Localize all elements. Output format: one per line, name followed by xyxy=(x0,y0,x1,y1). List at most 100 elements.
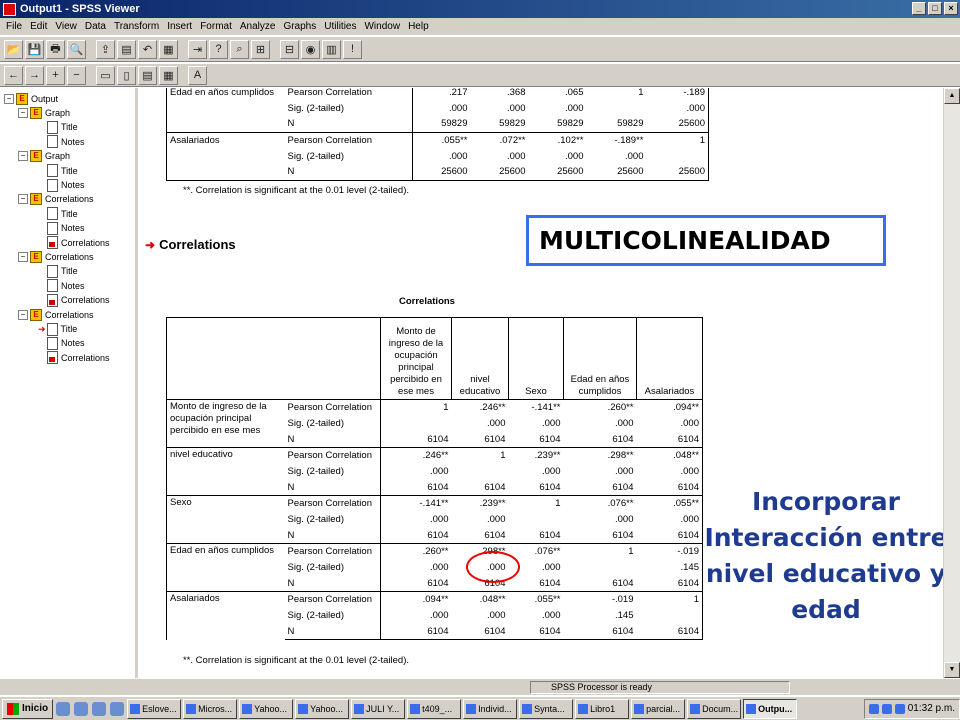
clock[interactable]: 01:32 p.m. xyxy=(908,703,955,714)
menu-help[interactable]: Help xyxy=(404,21,433,32)
scroll-down-button[interactable]: ▼ xyxy=(944,662,960,678)
column-header[interactable]: Asalariados xyxy=(636,317,703,400)
goto-case-icon[interactable]: ⇥ xyxy=(188,39,207,59)
minimize-button[interactable]: _ xyxy=(912,2,926,15)
outline-pane[interactable]: − E Output − E Graph Title Notes − E Graph Title… xyxy=(0,88,138,678)
start-button[interactable]: Inicio xyxy=(2,698,54,719)
open-icon[interactable]: 📂 xyxy=(4,39,23,59)
print-preview-icon[interactable]: 🔍 xyxy=(67,39,86,59)
menu-graphs[interactable]: Graphs xyxy=(279,21,320,32)
quicklaunch-media-icon[interactable] xyxy=(74,701,89,716)
insert-variable-icon[interactable]: ⊟ xyxy=(280,39,299,59)
menu-data[interactable]: Data xyxy=(81,21,110,32)
promote-icon[interactable]: ← xyxy=(4,65,23,85)
tree-item-title[interactable]: Title xyxy=(38,264,78,278)
tree-item-correlations[interactable]: − E Correlations xyxy=(18,308,94,322)
collapse-toggle-icon[interactable]: − xyxy=(18,194,28,205)
tree-item-correlations[interactable]: − E Correlations xyxy=(18,250,94,264)
insert-text-icon[interactable]: A xyxy=(188,65,207,85)
taskbar-task[interactable]: Individ... xyxy=(463,698,518,719)
show-icon[interactable]: ▭ xyxy=(96,65,115,85)
taskbar-task[interactable]: Yahoo... xyxy=(295,698,350,719)
insert-title-icon[interactable]: ▦ xyxy=(159,65,178,85)
column-header[interactable]: nivel educativo xyxy=(451,317,509,400)
tree-item-graph[interactable]: − E Graph xyxy=(18,149,70,163)
collapse-toggle-icon[interactable]: − xyxy=(18,151,28,162)
column-header[interactable]: Edad en años cumplidos xyxy=(563,317,637,400)
quicklaunch-app-icon[interactable] xyxy=(110,701,125,716)
tree-item-notes[interactable]: Notes xyxy=(38,135,85,149)
tray-network-icon[interactable] xyxy=(868,703,879,714)
undo-icon[interactable]: ↶ xyxy=(138,39,157,59)
menu-file[interactable]: File xyxy=(2,21,26,32)
tray-volume-icon[interactable] xyxy=(881,703,892,714)
select-cases-icon[interactable]: ◉ xyxy=(301,39,320,59)
taskbar-task[interactable]: Eslove... xyxy=(127,698,182,719)
quicklaunch-ie-icon[interactable] xyxy=(56,701,71,716)
export-icon[interactable]: ⇪ xyxy=(96,39,115,59)
insert-cases-icon[interactable]: ⊞ xyxy=(251,39,270,59)
tree-item-title[interactable]: Title xyxy=(38,207,78,221)
taskbar-task[interactable]: parcial... xyxy=(631,698,686,719)
tree-item-correlations[interactable]: Correlations xyxy=(38,293,110,307)
find-icon[interactable]: ⌕ xyxy=(230,39,249,59)
tree-root[interactable]: − E Output xyxy=(4,92,58,106)
collapse-toggle-icon[interactable]: − xyxy=(18,252,28,262)
goto-data-icon[interactable]: ▦ xyxy=(159,39,178,59)
tree-item-notes[interactable]: Notes xyxy=(38,221,85,235)
menu-format[interactable]: Format xyxy=(196,21,236,32)
tree-item-title[interactable]: Title xyxy=(38,120,78,134)
column-header[interactable]: Monto de ingreso de la ocupación princip… xyxy=(380,317,452,400)
maximize-button[interactable]: □ xyxy=(928,2,942,15)
collapse-toggle-icon[interactable]: − xyxy=(4,94,14,104)
taskbar-task[interactable]: Outpu... xyxy=(743,698,798,719)
insert-heading-icon[interactable]: ▤ xyxy=(138,65,157,85)
quicklaunch-messenger-icon[interactable] xyxy=(92,701,107,716)
correlations-table[interactable]: Monto de ingreso de la ocupación princip… xyxy=(166,317,703,640)
tree-item-correlations[interactable]: − E Correlations xyxy=(18,192,94,206)
tray-app-icon[interactable] xyxy=(894,703,905,714)
hide-icon[interactable]: ▯ xyxy=(117,65,136,85)
section-title[interactable]: ➜ Correlations xyxy=(145,237,236,252)
save-icon[interactable]: 💾 xyxy=(25,39,44,59)
taskbar-task[interactable]: t409_... xyxy=(407,698,462,719)
taskbar-task[interactable]: Libro1 xyxy=(575,698,630,719)
scroll-up-button[interactable]: ▲ xyxy=(944,88,960,104)
output-content-pane[interactable]: Edad en años cumplidos Pearson Correlatio… xyxy=(141,88,943,678)
menu-insert[interactable]: Insert xyxy=(163,21,196,32)
menu-analyze[interactable]: Analyze xyxy=(236,21,280,32)
menu-window[interactable]: Window xyxy=(360,21,404,32)
taskbar-task[interactable]: Yahoo... xyxy=(239,698,294,719)
variables-icon[interactable]: ? xyxy=(209,39,228,59)
tree-item-title[interactable]: Title xyxy=(38,164,78,178)
dialog-recall-icon[interactable]: ▤ xyxy=(117,39,136,59)
taskbar-task[interactable]: Micros... xyxy=(183,698,238,719)
demote-icon[interactable]: → xyxy=(25,65,44,85)
close-button[interactable]: × xyxy=(944,2,958,15)
tree-item-correlations[interactable]: Correlations xyxy=(38,351,110,365)
designate-window-icon[interactable]: ! xyxy=(343,39,362,59)
menu-view[interactable]: View xyxy=(51,21,81,32)
tree-item-notes[interactable]: Notes xyxy=(38,336,85,350)
menu-utilities[interactable]: Utilities xyxy=(320,21,360,32)
tree-item-correlations[interactable]: Correlations xyxy=(38,236,110,250)
tree-item-graph[interactable]: − E Graph xyxy=(18,106,70,120)
tree-item-title[interactable]: ➜ Title xyxy=(38,322,77,336)
expand-icon[interactable]: + xyxy=(46,65,65,85)
taskbar-task[interactable]: Synta... xyxy=(519,698,574,719)
tree-item-notes[interactable]: Notes xyxy=(38,279,85,293)
vertical-scrollbar[interactable]: ▲ ▼ xyxy=(943,88,960,678)
collapse-icon[interactable]: − xyxy=(67,65,86,85)
print-icon[interactable]: 🖶 xyxy=(46,39,65,59)
menu-edit[interactable]: Edit xyxy=(26,21,51,32)
collapse-toggle-icon[interactable]: − xyxy=(18,309,28,320)
collapse-toggle-icon[interactable]: − xyxy=(18,108,28,118)
table-cell: N xyxy=(287,433,295,445)
taskbar-task[interactable]: JULI Y... xyxy=(351,698,406,719)
column-header[interactable]: Sexo xyxy=(508,317,564,400)
menu-transform[interactable]: Transform xyxy=(110,21,163,32)
pivot-icon[interactable]: ▥ xyxy=(322,39,341,59)
tree-item-notes[interactable]: Notes xyxy=(38,178,85,192)
page-icon xyxy=(47,164,58,178)
taskbar-task[interactable]: Docum... xyxy=(687,698,742,719)
